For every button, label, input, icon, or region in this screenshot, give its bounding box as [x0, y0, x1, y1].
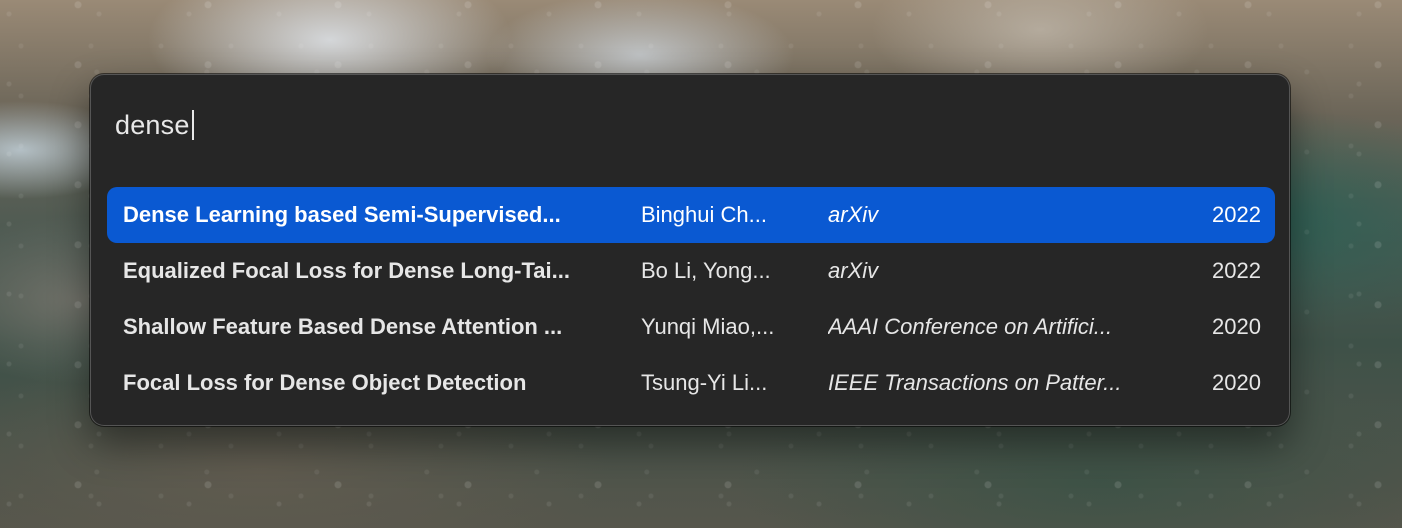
result-year: 2022 — [1212, 202, 1261, 227]
desktop-wallpaper: dense Dense Learning based Semi-Supervis… — [0, 0, 1402, 528]
result-year: 2022 — [1212, 258, 1261, 283]
result-year: 2020 — [1212, 314, 1261, 339]
result-title: Focal Loss for Dense Object Detection — [123, 370, 527, 395]
result-year: 2020 — [1212, 370, 1261, 395]
result-authors: Tsung-Yi Li... — [641, 370, 768, 395]
result-row[interactable]: Equalized Focal Loss for Dense Long-Tai.… — [107, 243, 1275, 299]
result-title: Dense Learning based Semi-Supervised... — [123, 202, 561, 227]
result-venue: arXiv — [828, 258, 879, 283]
result-authors: Bo Li, Yong... — [641, 258, 771, 283]
result-venue: AAAI Conference on Artifici... — [828, 314, 1113, 339]
result-row[interactable]: Shallow Feature Based Dense Attention ..… — [107, 299, 1275, 355]
text-caret — [191, 110, 194, 140]
result-venue: arXiv — [828, 202, 879, 227]
result-authors: Binghui Ch... — [641, 202, 767, 227]
result-row[interactable]: Focal Loss for Dense Object Detection Ts… — [107, 355, 1275, 411]
result-title: Equalized Focal Loss for Dense Long-Tai.… — [123, 258, 570, 283]
results-list: Dense Learning based Semi-Supervised... … — [107, 187, 1275, 411]
result-title: Shallow Feature Based Dense Attention ..… — [123, 314, 563, 339]
search-field[interactable]: dense — [115, 105, 194, 145]
search-palette: dense Dense Learning based Semi-Supervis… — [90, 74, 1290, 426]
result-authors: Yunqi Miao,... — [641, 314, 775, 339]
search-input[interactable]: dense — [115, 110, 190, 141]
result-row[interactable]: Dense Learning based Semi-Supervised... … — [107, 187, 1275, 243]
result-venue: IEEE Transactions on Patter... — [828, 370, 1122, 395]
